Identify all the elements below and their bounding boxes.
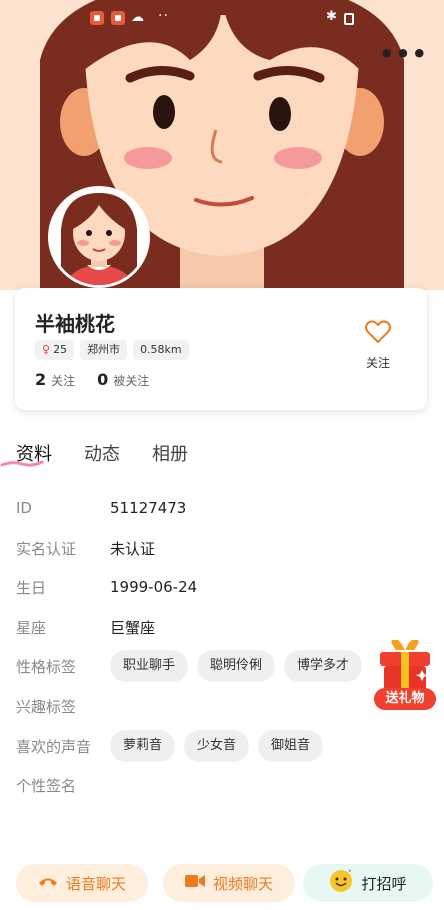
- avatar-illustration: [51, 189, 147, 285]
- distance-chip: 0.58km: [133, 340, 189, 360]
- info-label: 兴趣标签: [16, 697, 77, 716]
- greet-button[interactable]: 打招呼: [303, 864, 433, 902]
- city-chip: 郑州市: [80, 340, 128, 360]
- age-chip: ♀ 25: [35, 340, 75, 360]
- info-row-birthday: 生日 1999-06-24: [16, 572, 197, 602]
- info-label: 生日: [16, 578, 47, 597]
- info-value: 1999-06-24: [110, 578, 198, 596]
- status-bar: ☁ ·· ✱: [0, 8, 444, 28]
- info-value: 巨蟹座: [110, 618, 156, 637]
- followers-stat[interactable]: 0 被关注: [97, 370, 149, 389]
- info-value: 51127473: [110, 499, 187, 517]
- info-row-personality: 性格标签 职业聊手 聪明伶俐 博学多才: [16, 650, 371, 682]
- age-value: 25: [53, 343, 68, 356]
- info-value: 未认证: [110, 539, 156, 558]
- more-options-button[interactable]: •••: [379, 42, 428, 66]
- info-row-id: ID 51127473: [16, 493, 186, 523]
- video-camera-icon: [184, 873, 205, 893]
- following-stat[interactable]: 2 关注: [35, 370, 75, 389]
- followers-count: 0: [97, 370, 109, 389]
- profile-chips: ♀ 25 郑州市 0.58km: [35, 340, 189, 360]
- more-notifications-icon: ··: [158, 8, 169, 24]
- following-label: 关注: [51, 374, 76, 388]
- phone-icon: [38, 874, 58, 892]
- voice-tag: 御姐音: [258, 730, 324, 762]
- notification-icon: [90, 11, 104, 25]
- battery-icon: [344, 13, 354, 25]
- heart-icon: [365, 320, 391, 344]
- info-row-voice: 喜欢的声音 萝莉音 少女音 御姐音: [16, 730, 332, 762]
- info-label: 实名认证: [16, 539, 77, 558]
- voice-tag: 少女音: [184, 730, 250, 762]
- greet-label: 打招呼: [361, 874, 407, 893]
- nickname: 半袖桃花: [35, 312, 115, 336]
- active-tab-indicator: [0, 460, 44, 467]
- followers-label: 被关注: [113, 374, 150, 388]
- follow-button[interactable]: 关注: [361, 320, 395, 371]
- city-value: 郑州市: [87, 343, 121, 356]
- voice-chat-label: 语音聊天: [65, 874, 126, 893]
- voice-chat-button[interactable]: 语音聊天: [16, 864, 148, 902]
- video-chat-button[interactable]: 视频聊天: [163, 864, 295, 902]
- distance-value: 0.58km: [140, 343, 182, 356]
- gender-female-icon: ♀: [42, 343, 51, 356]
- avatar[interactable]: [48, 186, 150, 288]
- info-label: 性格标签: [16, 657, 77, 676]
- follow-label: 关注: [365, 356, 390, 370]
- notification-icon: [111, 11, 125, 25]
- info-label: ID: [16, 499, 32, 517]
- personality-tag: 博学多才: [284, 650, 363, 682]
- tab-album[interactable]: 相册: [152, 440, 188, 466]
- info-row-zodiac: 星座 巨蟹座: [16, 612, 155, 642]
- info-row-verification: 实名认证 未认证: [16, 533, 155, 563]
- profile-card: 半袖桃花 ♀ 25 郑州市 0.58km 2 关注 0 被关注 关注: [15, 288, 427, 410]
- info-label: 个性签名: [16, 776, 77, 795]
- tab-moments[interactable]: 动态: [84, 440, 120, 466]
- following-count: 2: [35, 370, 47, 389]
- voice-tag: 萝莉音: [110, 730, 176, 762]
- bluetooth-icon: ✱: [326, 9, 337, 24]
- personality-tag: 聪明伶俐: [197, 650, 276, 682]
- send-gift-button[interactable]: 送礼物: [374, 640, 436, 710]
- info-row-signature: 个性签名: [16, 770, 110, 800]
- info-label: 喜欢的声音: [16, 737, 92, 756]
- video-chat-label: 视频聊天: [212, 874, 273, 893]
- follow-stats: 2 关注 0 被关注: [35, 370, 149, 389]
- smile-face-icon: [329, 869, 353, 897]
- info-row-interests: 兴趣标签: [16, 691, 110, 721]
- personality-tag: 职业聊手: [110, 650, 189, 682]
- send-gift-label: 送礼物: [374, 688, 436, 710]
- cloud-icon: ☁: [131, 10, 144, 25]
- info-label: 星座: [16, 618, 47, 637]
